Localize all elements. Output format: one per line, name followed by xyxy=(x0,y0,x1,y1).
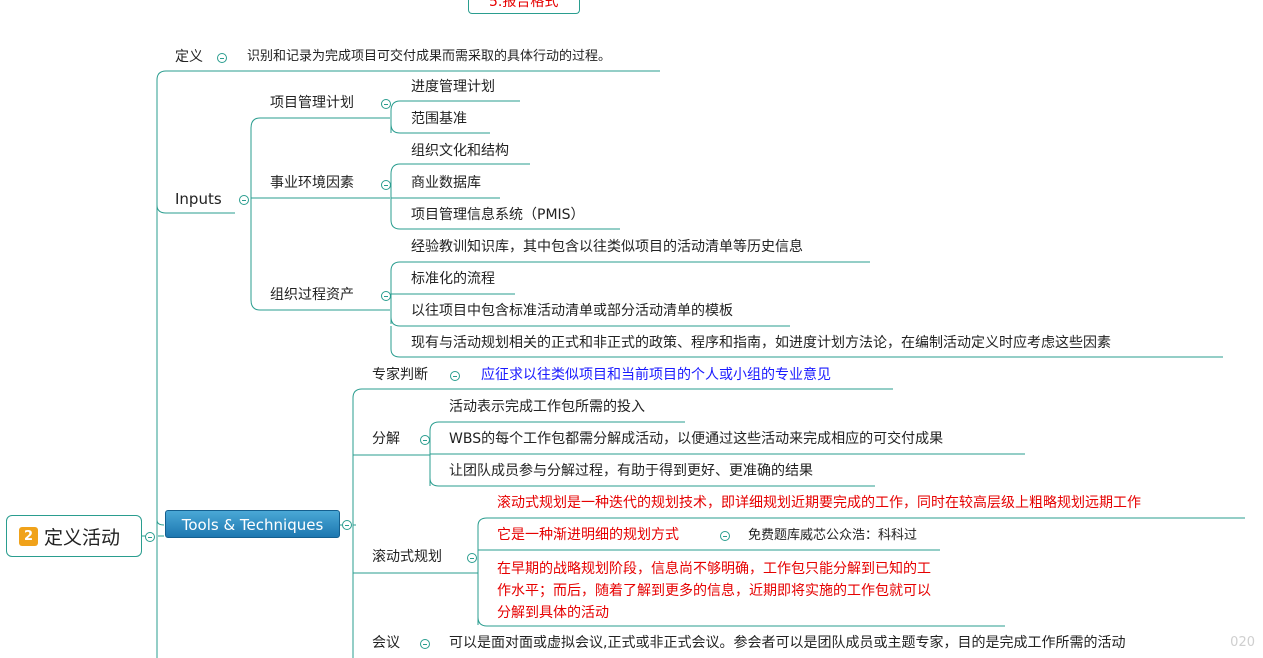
collapse-icon[interactable] xyxy=(381,99,391,109)
tools-label: Tools & Techniques xyxy=(181,516,324,534)
list-item: 现有与活动规划相关的正式和非正式的政策、程序和指南，如进度计划方法论，在编制活动… xyxy=(411,335,1111,351)
rolling-item-1: 滚动式规划是一种迭代的规划技术，即详细规划近期要完成的工作，同时在较高层级上粗略… xyxy=(497,495,1141,511)
priority-badge: 2 xyxy=(19,526,38,546)
list-item: 商业数据库 xyxy=(411,175,481,191)
report-format-label: 5.报告格式 xyxy=(489,0,559,10)
rolling-item-2-note: 免费题库威芯公众浩：科科过 xyxy=(748,528,918,543)
watermark: 020 xyxy=(1230,635,1255,650)
rolling-item-3-line-3: 分解到具体的活动 xyxy=(497,605,609,621)
root-label: 定义活动 xyxy=(44,526,121,549)
eef-label: 事业环境因素 xyxy=(270,175,354,191)
inputs-label: Inputs xyxy=(175,190,222,208)
list-item: 让团队成员参与分解过程，有助于得到更好、更准确的结果 xyxy=(449,463,813,479)
expert-text: 应征求以往类似项目和当前项目的个人或小组的专业意见 xyxy=(481,367,831,383)
report-format-node[interactable]: 5.报告格式 xyxy=(468,0,580,14)
tools-techniques-node[interactable]: Tools & Techniques xyxy=(165,510,340,538)
meeting-label: 会议 xyxy=(372,635,400,651)
list-item: 活动表示完成工作包所需的投入 xyxy=(449,399,645,415)
definition-text: 识别和记录为完成项目可交付成果而需采取的具体行动的过程。 xyxy=(247,49,612,64)
root-node[interactable]: 2 定义活动 xyxy=(6,515,142,557)
collapse-icon[interactable] xyxy=(420,639,430,649)
list-item: 组织文化和结构 xyxy=(411,143,509,159)
collapse-icon[interactable] xyxy=(217,53,227,63)
collapse-icon[interactable] xyxy=(720,531,730,541)
opa-label: 组织过程资产 xyxy=(270,287,354,303)
collapse-icon[interactable] xyxy=(420,435,430,445)
list-item: 进度管理计划 xyxy=(411,79,495,95)
project-plan-label: 项目管理计划 xyxy=(270,95,354,111)
rolling-item-2: 它是一种渐进明细的规划方式 xyxy=(497,527,679,543)
collapse-icon[interactable] xyxy=(145,532,155,542)
rolling-label: 滚动式规划 xyxy=(372,549,442,565)
definition-label: 定义 xyxy=(175,49,203,65)
expert-label: 专家判断 xyxy=(372,367,428,383)
meeting-text: 可以是面对面或虚拟会议,正式或非正式会议。参会者可以是团队成员或主题专家，目的是… xyxy=(449,635,1126,651)
list-item: 标准化的流程 xyxy=(411,271,495,287)
list-item: 经验教训知识库，其中包含以往类似项目的活动清单等历史信息 xyxy=(411,239,803,255)
collapse-icon[interactable] xyxy=(381,180,391,190)
collapse-icon[interactable] xyxy=(467,553,477,563)
list-item: 项目管理信息系统（PMIS） xyxy=(411,207,585,223)
collapse-icon[interactable] xyxy=(450,371,460,381)
list-item: WBS的每个工作包都需分解成活动，以便通过这些活动来完成相应的可交付成果 xyxy=(449,431,944,447)
rolling-item-3-line-1: 在早期的战略规划阶段，信息尚不够明确，工作包只能分解到已知的工 xyxy=(497,561,931,577)
collapse-icon[interactable] xyxy=(342,520,352,530)
rolling-item-3-line-2: 作水平；而后，随着了解到更多的信息，近期即将实施的工作包就可以 xyxy=(497,583,931,599)
list-item: 范围基准 xyxy=(411,111,467,127)
collapse-icon[interactable] xyxy=(239,195,249,205)
collapse-icon[interactable] xyxy=(381,291,391,301)
decomposition-label: 分解 xyxy=(372,431,400,447)
list-item: 以往项目中包含标准活动清单或部分活动清单的模板 xyxy=(411,303,733,319)
